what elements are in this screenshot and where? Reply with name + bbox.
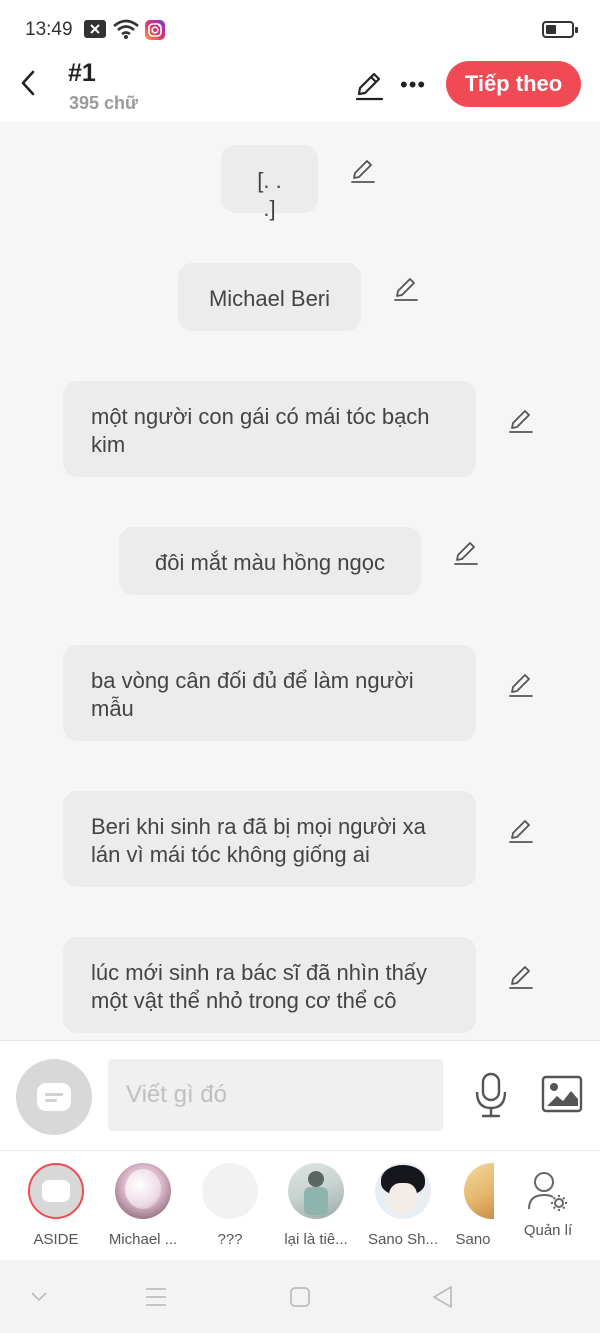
- aside-icon: [37, 1083, 71, 1111]
- chapter-title: #1: [68, 59, 96, 87]
- editor-header: #1 395 chữ ••• Tiếp theo: [0, 59, 600, 122]
- character-name: Sano: [455, 1231, 491, 1248]
- edit-message-icon[interactable]: [392, 275, 420, 303]
- battery-icon: [542, 21, 578, 38]
- edit-title-icon[interactable]: [353, 70, 385, 102]
- aside-avatar: [28, 1163, 84, 1219]
- back-icon[interactable]: [14, 68, 44, 98]
- message-bubble[interactable]: một người con gái có mái tóc bạch kim: [63, 381, 476, 477]
- edit-message-icon[interactable]: [507, 671, 535, 699]
- manage-users-icon: [528, 1172, 567, 1211]
- character-michael[interactable]: Michael ...: [102, 1163, 184, 1248]
- character-name: lại là tiê...: [284, 1231, 348, 1248]
- manage-characters-button[interactable]: Quản lí: [507, 1163, 589, 1239]
- chevron-down-icon[interactable]: [30, 1290, 48, 1304]
- home-icon[interactable]: [289, 1286, 311, 1308]
- character-sano[interactable]: Sano: [433, 1163, 513, 1248]
- system-nav-bar: [0, 1260, 600, 1333]
- instagram-icon: [145, 20, 165, 40]
- message-bubble[interactable]: Michael Beri: [178, 263, 361, 331]
- composer-bar: [0, 1040, 600, 1150]
- edit-message-icon[interactable]: [507, 963, 535, 991]
- avatar: [375, 1163, 431, 1219]
- wifi-icon: [113, 19, 139, 39]
- word-count: 395 chữ: [69, 93, 139, 113]
- avatar: [288, 1163, 344, 1219]
- image-icon[interactable]: [541, 1075, 583, 1113]
- character-name: ???: [217, 1231, 243, 1248]
- next-button[interactable]: Tiếp theo: [446, 61, 581, 107]
- menu-icon[interactable]: [145, 1287, 167, 1307]
- notification-icon: [84, 20, 106, 38]
- more-options-icon[interactable]: •••: [400, 72, 426, 98]
- edit-message-icon[interactable]: [452, 539, 480, 567]
- character-name: ASIDE: [33, 1231, 79, 1248]
- status-bar: 13:49: [0, 0, 600, 60]
- edit-message-icon[interactable]: [507, 407, 535, 435]
- edit-message-icon[interactable]: [349, 157, 377, 185]
- character-unknown[interactable]: ???: [189, 1163, 271, 1248]
- avatar: [202, 1163, 258, 1219]
- status-time: 13:49: [25, 19, 73, 40]
- message-bubble[interactable]: ba vòng cân đối đủ để làm người mẫu: [63, 645, 476, 741]
- avatar: [115, 1163, 171, 1219]
- script-content[interactable]: [. . .] Michael Beri một người con gái c…: [0, 122, 600, 1040]
- edit-message-icon[interactable]: [507, 817, 535, 845]
- character-name: Quản lí: [523, 1222, 573, 1239]
- message-input[interactable]: [108, 1059, 443, 1131]
- aside-toggle-button[interactable]: [16, 1059, 92, 1135]
- message-bubble[interactable]: đôi mắt màu hồng ngọc: [119, 527, 421, 595]
- character-name: Michael ...: [108, 1231, 178, 1248]
- character-strip: ASIDE Michael ... ??? lại là tiê... Sano…: [0, 1150, 600, 1260]
- microphone-icon[interactable]: [473, 1072, 509, 1118]
- character-name: Sano Sh...: [367, 1231, 439, 1248]
- message-bubble[interactable]: lúc mới sinh ra bác sĩ đã nhìn thấy một …: [63, 937, 476, 1033]
- avatar: [464, 1163, 494, 1219]
- message-bubble[interactable]: [. . .]: [221, 145, 318, 221]
- message-bubble[interactable]: Beri khi sinh ra đã bị mọi người xa lán …: [63, 791, 476, 887]
- character-aside[interactable]: ASIDE: [15, 1163, 97, 1248]
- back-nav-icon[interactable]: [431, 1285, 453, 1309]
- character-sano-sh[interactable]: Sano Sh...: [362, 1163, 444, 1248]
- character-lai-la-tie[interactable]: lại là tiê...: [275, 1163, 357, 1248]
